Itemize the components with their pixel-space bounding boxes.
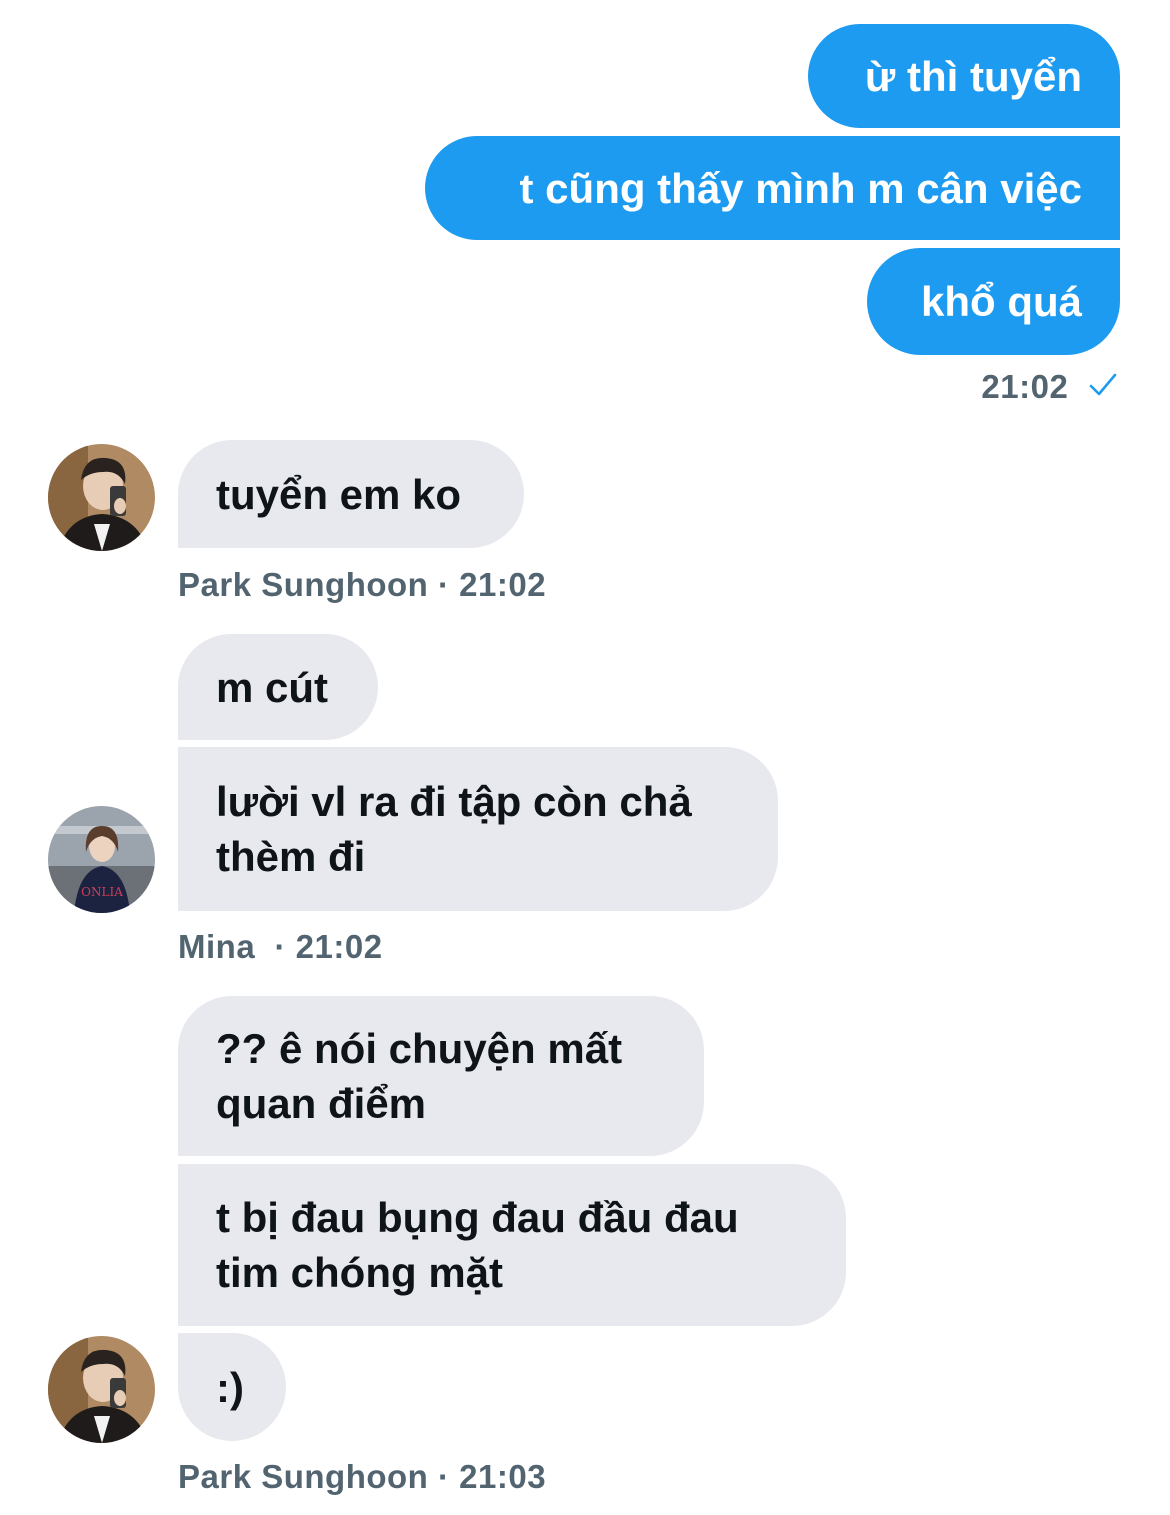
incoming-message[interactable]: m cút <box>178 634 378 740</box>
outgoing-message[interactable]: ừ thì tuyển <box>808 24 1120 128</box>
message-text: t bị đau bụng đau đầu đau tim chóng mặt <box>216 1194 739 1296</box>
message-text: khổ quá <box>920 278 1082 325</box>
meta-separator: · <box>264 928 296 965</box>
chat-thread: ừ thì tuyển t cũng thấy mình m cân việc … <box>0 0 1170 1515</box>
meta-separator: · <box>428 1458 460 1495</box>
avatar[interactable] <box>48 1336 155 1443</box>
svg-text:ONLIA: ONLIA <box>81 885 123 899</box>
outgoing-meta: 21:02 <box>981 368 1118 408</box>
incoming-meta: Park Sunghoon · 21:03 <box>178 1458 546 1496</box>
incoming-message[interactable]: t bị đau bụng đau đầu đau tim chóng mặt <box>178 1164 846 1326</box>
message-text: ?? ê nói chuyện mất quan điểm <box>216 1025 623 1127</box>
incoming-message[interactable]: :) <box>178 1333 286 1441</box>
message-text: lười vl ra đi tập còn chả thèm đi <box>216 778 692 880</box>
message-time: 21:03 <box>459 1458 547 1495</box>
outgoing-message[interactable]: khổ quá <box>867 248 1120 355</box>
meta-separator: · <box>428 566 460 603</box>
message-text: m cút <box>216 663 329 711</box>
message-text: tuyển em ko <box>216 470 462 518</box>
avatar[interactable] <box>48 444 155 551</box>
message-text: ừ thì tuyển <box>864 52 1082 100</box>
message-time: 21:02 <box>459 566 547 603</box>
message-time: 21:02 <box>295 928 383 965</box>
sender-name[interactable]: Park Sunghoon <box>178 1458 428 1495</box>
incoming-meta: Mina · 21:02 <box>178 928 383 966</box>
outgoing-message[interactable]: t cũng thấy mình m cân việc <box>425 136 1120 240</box>
check-icon <box>1088 370 1118 408</box>
message-time: 21:02 <box>981 368 1069 405</box>
sender-name[interactable]: Park Sunghoon <box>178 566 428 603</box>
incoming-message[interactable]: lười vl ra đi tập còn chả thèm đi <box>178 747 778 911</box>
incoming-meta: Park Sunghoon · 21:02 <box>178 566 546 604</box>
message-text: :) <box>216 1363 244 1411</box>
message-text: t cũng thấy mình m cân việc <box>519 164 1082 212</box>
sender-name[interactable]: Mina <box>178 928 255 965</box>
avatar[interactable]: ONLIA <box>48 806 155 913</box>
incoming-message[interactable]: tuyển em ko <box>178 440 524 548</box>
incoming-message[interactable]: ?? ê nói chuyện mất quan điểm <box>178 996 704 1156</box>
